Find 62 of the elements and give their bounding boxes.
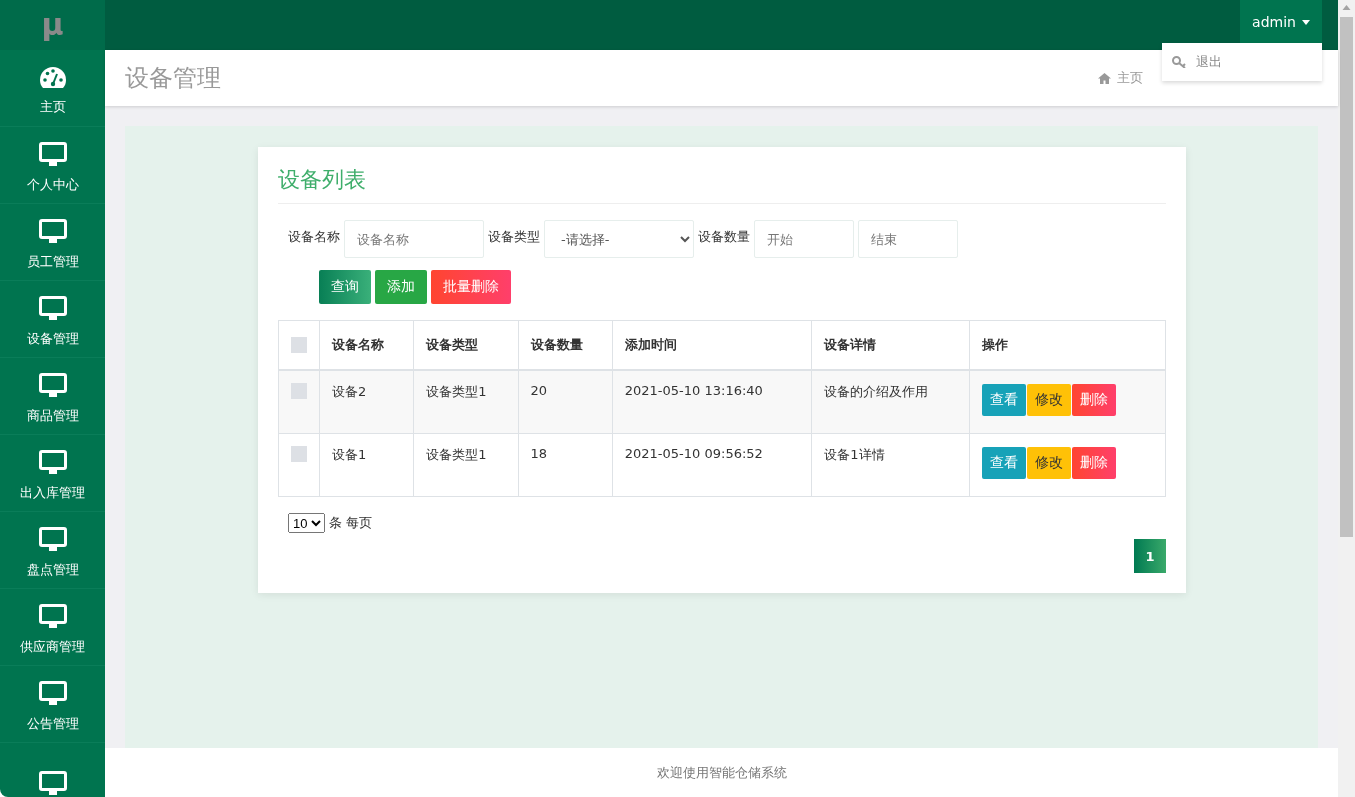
home-icon [1098, 72, 1111, 84]
add-button[interactable]: 添加 [375, 270, 427, 304]
filter-label: 设备数量 [698, 228, 750, 246]
delete-button[interactable]: 删除 [1072, 447, 1117, 479]
table-cell: 设备1详情 [811, 433, 970, 497]
page-size-label: 条 每页 [329, 514, 373, 532]
delete-button[interactable]: 删除 [1072, 384, 1117, 416]
page-button[interactable]: 1 [1134, 539, 1166, 573]
sidebar-label: 员工管理 [26, 253, 79, 271]
monitor-icon [38, 681, 67, 707]
monitor-icon [38, 373, 67, 399]
sidebar-label: 盘点管理 [26, 561, 79, 579]
row-checkbox[interactable] [291, 383, 307, 399]
filter-label: 设备名称 [288, 228, 340, 246]
table-cell: 2021-05-10 13:16:40 [612, 370, 812, 434]
table-cell: 设备1 [319, 433, 414, 497]
page-title: 设备管理 [125, 63, 221, 94]
table-cell: 设备类型1 [413, 370, 519, 434]
monitor-icon [38, 142, 67, 168]
min-field[interactable]: 开始 [754, 220, 854, 258]
table-cell: 20 [518, 370, 613, 434]
row-checkbox[interactable] [291, 446, 307, 462]
breadcrumb-link[interactable]: 主页 [1117, 69, 1143, 87]
logo: μ [0, 0, 105, 50]
table-cell: 设备2 [319, 370, 414, 434]
view-button[interactable]: 查看 [982, 447, 1027, 479]
monitor-icon [38, 771, 67, 797]
caret-icon [1301, 19, 1310, 25]
user-menu-button[interactable]: admin [1240, 0, 1322, 44]
delete-button[interactable]: 批量删除 [431, 270, 511, 304]
sidebar-label: 个人中心 [26, 176, 79, 194]
filter-label: 设备类型 [488, 228, 540, 246]
key-icon [1172, 56, 1188, 68]
sidebar-label: 公告管理 [26, 715, 79, 733]
edit-button[interactable]: 修改 [1027, 384, 1072, 416]
search-button[interactable]: 查询 [319, 270, 371, 304]
sidebar-label: 供应商管理 [20, 638, 85, 656]
dashboard-icon [38, 66, 67, 90]
monitor-icon [38, 219, 67, 245]
footer-text: 欢迎使用智能仓储系统 [656, 763, 787, 782]
scrollbar[interactable] [1338, 0, 1355, 797]
table-cell: 设备类型1 [413, 433, 519, 497]
logout-item[interactable]: 退出 [1172, 51, 1312, 73]
sidebar-label: 商品管理 [26, 407, 79, 425]
table-cell: 2021-05-10 09:56:52 [612, 433, 812, 497]
monitor-icon [38, 450, 67, 476]
sidebar-label: 设备管理 [26, 330, 79, 348]
table-cell: 设备的介绍及作用 [811, 370, 970, 434]
table-cell: 18 [518, 433, 613, 497]
name-field[interactable]: 设备名称 [344, 220, 484, 258]
edit-button[interactable]: 修改 [1027, 447, 1072, 479]
select-all-checkbox[interactable] [291, 337, 307, 353]
page-size-select[interactable]: 10 [288, 513, 325, 533]
sidebar-label: 出入库管理 [20, 484, 85, 502]
card-title: 设备列表 [278, 165, 1166, 204]
monitor-icon [38, 527, 67, 553]
max-field[interactable]: 结束 [858, 220, 958, 258]
view-button[interactable]: 查看 [982, 384, 1027, 416]
monitor-icon [38, 296, 67, 322]
monitor-icon [38, 604, 67, 630]
sidebar-label: 主页 [39, 98, 66, 116]
type-select[interactable]: -请选择- [544, 220, 694, 258]
